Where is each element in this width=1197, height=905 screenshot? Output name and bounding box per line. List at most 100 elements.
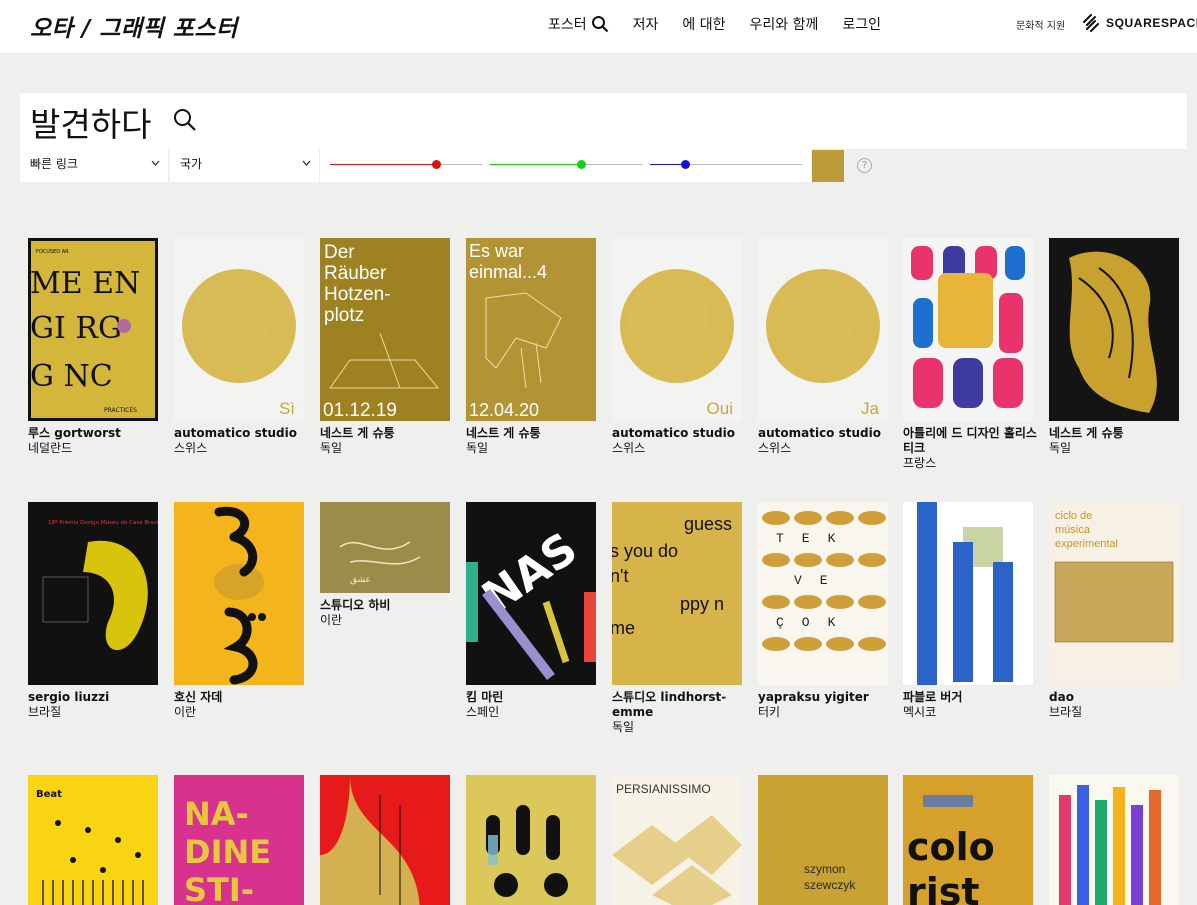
slider-fill xyxy=(490,164,582,165)
nav-posters[interactable]: 포스터 xyxy=(548,14,609,34)
nav-about[interactable]: 에 대한 xyxy=(682,14,725,34)
poster-caption: sergio liuzzi 브라질 xyxy=(28,690,168,720)
poster-caption: automatico studio 스위스 xyxy=(612,426,752,456)
poster-country: 독일 xyxy=(1049,441,1072,455)
svg-text:TEK: TEK xyxy=(776,531,853,546)
poster-thumbnail[interactable]: Ja xyxy=(758,238,888,421)
cultural-support-label: 문화적 지원 xyxy=(1016,21,1066,32)
poster-thumbnail[interactable]: ciclo de música experimental xyxy=(1049,502,1179,685)
filter-bar: 빠른 링크 국가 ? xyxy=(20,149,1187,182)
site-header: 오타 / 그래픽 포스터 포스터 저자 에 대한 우리와 함께 로그인 문화적 … xyxy=(0,0,1197,53)
svg-text:Sì: Sì xyxy=(279,399,295,418)
poster-thumbnail[interactable] xyxy=(466,775,596,905)
quick-links-select[interactable]: 빠른 링크 xyxy=(20,149,168,182)
squarespace-logo[interactable]: SQUARESPACE xyxy=(1081,14,1197,32)
poster-thumbnail[interactable]: colo rist xyxy=(903,775,1033,905)
nav-login[interactable]: 로그인 xyxy=(842,14,881,34)
poster-thumbnail[interactable] xyxy=(320,775,450,905)
poster-country: 터키 xyxy=(758,705,781,719)
poster-author[interactable]: automatico studio xyxy=(758,426,898,441)
svg-text:FOCUSED AR: FOCUSED AR xyxy=(36,249,69,255)
color-sliders xyxy=(320,149,811,182)
poster-country: 브라질 xyxy=(1049,705,1083,719)
nav-authors[interactable]: 저자 xyxy=(633,14,659,34)
poster-country: 네덜란드 xyxy=(28,441,73,455)
poster-thumbnail[interactable] xyxy=(903,502,1033,685)
poster-author[interactable]: 네스트 게 슈퉁 xyxy=(320,426,460,441)
poster-thumbnail[interactable] xyxy=(174,502,304,685)
poster-thumbnail[interactable]: Oui xyxy=(612,238,742,421)
poster-thumbnail[interactable]: Der Räuber Hotzen- plotz 01.12.19 xyxy=(320,238,450,421)
help-icon[interactable]: ? xyxy=(857,158,872,173)
slider-handle[interactable] xyxy=(680,160,690,169)
poster-author[interactable]: yapraksu yigiter xyxy=(758,690,898,705)
poster-caption: dao 브라질 xyxy=(1049,690,1189,720)
slider-red[interactable] xyxy=(330,160,482,169)
svg-text:plotz: plotz xyxy=(324,305,364,326)
chevron-down-icon xyxy=(151,160,160,166)
search-icon[interactable] xyxy=(591,15,609,33)
main-nav: 포스터 저자 에 대한 우리와 함께 로그인 xyxy=(548,14,905,34)
poster-thumbnail[interactable]: Es war einmal...4 12.04.20 xyxy=(466,238,596,421)
svg-text:01.12.19: 01.12.19 xyxy=(323,400,397,421)
poster-author[interactable]: 스튜디오 lindhorst-emme xyxy=(612,690,752,720)
poster-caption: 파블로 버거 멕시코 xyxy=(903,690,1043,720)
poster-author[interactable]: 호신 자데 xyxy=(174,690,314,705)
svg-text:Oui: Oui xyxy=(707,399,733,418)
poster-thumbnail[interactable]: NA- DINE STI- xyxy=(174,775,304,905)
svg-text:G NC: G NC xyxy=(30,359,113,394)
slider-green[interactable] xyxy=(490,160,642,169)
svg-text:experimental: experimental xyxy=(1055,538,1118,550)
svg-text:szymon: szymon xyxy=(804,862,845,876)
poster-country: 스위스 xyxy=(174,441,208,455)
poster-caption: 스튜디오 lindhorst-emme 독일 xyxy=(612,690,752,735)
search-icon[interactable] xyxy=(173,108,197,132)
poster-author[interactable]: 아틀리에 드 디자인 홀리스 티크 xyxy=(903,426,1043,456)
poster-thumbnail[interactable]: szymon szewczyk xyxy=(758,775,888,905)
poster-author[interactable]: automatico studio xyxy=(174,426,314,441)
slider-blue[interactable] xyxy=(650,160,802,169)
svg-text:rist: rist xyxy=(907,870,980,905)
poster-author[interactable]: 네스트 게 슈퉁 xyxy=(466,426,606,441)
poster-country: 이란 xyxy=(174,705,197,719)
svg-text:12.04.20: 12.04.20 xyxy=(469,400,539,420)
slider-fill xyxy=(650,164,685,165)
poster-caption: yapraksu yigiter 터키 xyxy=(758,690,898,720)
nav-join-us[interactable]: 우리와 함께 xyxy=(750,14,819,34)
svg-text:STI-: STI- xyxy=(184,871,254,905)
svg-text:s you do: s you do xyxy=(612,541,678,561)
poster-author[interactable]: 킴 마린 xyxy=(466,690,606,705)
poster-country: 독일 xyxy=(612,720,635,734)
poster-author[interactable]: 스튜디오 하비 xyxy=(320,598,460,613)
poster-thumbnail[interactable]: Sì xyxy=(174,238,304,421)
svg-text:szewczyk: szewczyk xyxy=(804,878,856,892)
poster-author[interactable]: 네스트 게 슈퉁 xyxy=(1049,426,1189,441)
country-select[interactable]: 국가 xyxy=(170,149,319,182)
poster-thumbnail[interactable]: عشق xyxy=(320,502,450,593)
slider-handle[interactable] xyxy=(577,160,587,169)
poster-thumbnail[interactable] xyxy=(1049,238,1179,421)
svg-text:Es war: Es war xyxy=(469,241,524,261)
poster-thumbnail[interactable]: PERSIANISSIMO xyxy=(612,775,742,905)
poster-author[interactable]: sergio liuzzi xyxy=(28,690,168,705)
poster-caption: automatico studio 스위스 xyxy=(758,426,898,456)
poster-country: 독일 xyxy=(466,441,489,455)
poster-author[interactable]: 루스 gortworst xyxy=(28,426,168,441)
poster-thumbnail[interactable]: FOCUSED AR ME EN GI RG G NC PRACTICES xyxy=(28,238,158,421)
poster-country: 브라질 xyxy=(28,705,62,719)
poster-thumbnail[interactable]: Beat xyxy=(28,775,158,905)
poster-thumbnail[interactable] xyxy=(903,238,1033,421)
svg-text:ciclo de: ciclo de xyxy=(1055,510,1092,522)
poster-thumbnail[interactable] xyxy=(1049,775,1179,905)
svg-text:ÇOK: ÇOK xyxy=(776,615,853,630)
poster-thumbnail[interactable]: guess s you do n't ppy n me xyxy=(612,502,742,685)
slider-handle[interactable] xyxy=(432,160,442,169)
poster-thumbnail[interactable]: TEK VE ÇOK xyxy=(758,502,888,685)
svg-text:Hotzen-: Hotzen- xyxy=(324,284,391,305)
poster-author[interactable]: automatico studio xyxy=(612,426,752,441)
poster-thumbnail[interactable]: 18º Prêmio Design Museu da Casa Brasilei… xyxy=(28,502,158,685)
poster-author[interactable]: 파블로 버거 xyxy=(903,690,1043,705)
poster-author[interactable]: dao xyxy=(1049,690,1189,705)
poster-thumbnail[interactable]: NAS xyxy=(466,502,596,685)
site-logo[interactable]: 오타 / 그래픽 포스터 xyxy=(30,9,238,43)
